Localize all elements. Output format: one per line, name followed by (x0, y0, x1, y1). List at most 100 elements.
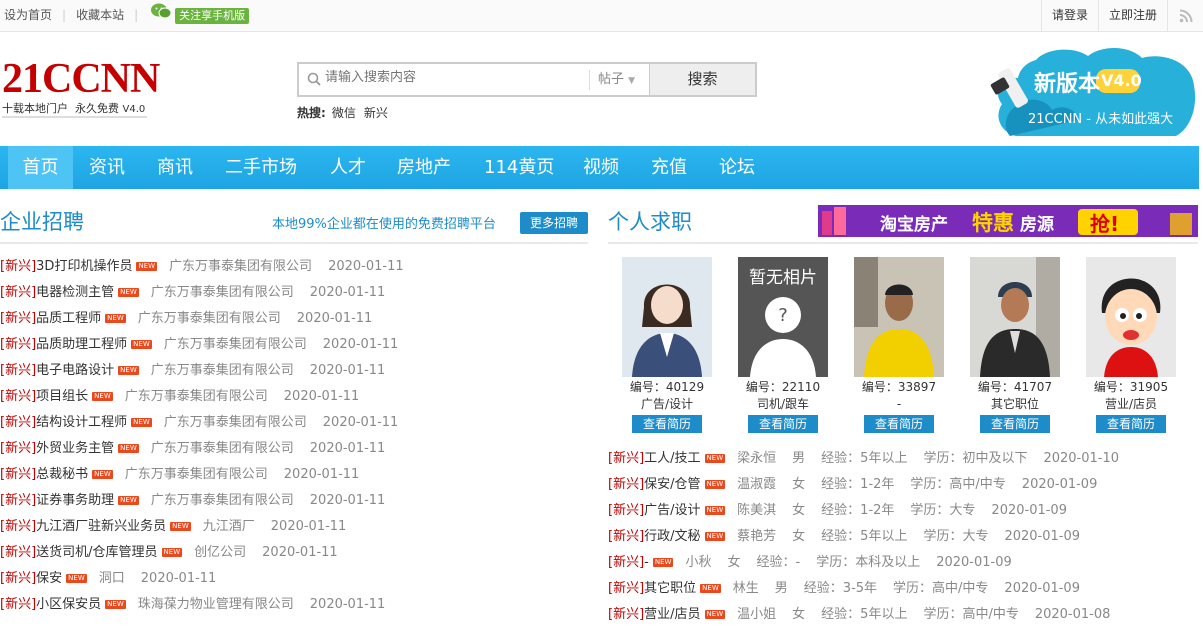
job-company-link[interactable]: 广东万事泰集团有限公司 (164, 415, 307, 430)
job-location-tag[interactable]: [新兴] (0, 285, 36, 300)
rss-icon[interactable] (1167, 0, 1203, 31)
nav-forum[interactable]: 论坛 (719, 146, 755, 189)
job-location-tag[interactable]: [新兴] (0, 311, 36, 326)
view-resume-button[interactable]: 查看简历 (632, 415, 702, 433)
resume-title-link[interactable]: 营业/店员 (644, 607, 700, 622)
job-location-tag[interactable]: [新兴] (0, 363, 36, 378)
job-location-tag[interactable]: [新兴] (0, 519, 36, 534)
resume-location-tag[interactable]: [新兴] (608, 477, 644, 492)
hot-item[interactable]: 新兴 (364, 106, 388, 120)
nav-talent[interactable]: 人才 (330, 146, 366, 189)
job-location-tag[interactable]: [新兴] (0, 441, 36, 456)
job-title-link[interactable]: 项目组长 (36, 389, 88, 404)
chevron-down-icon: ▼ (628, 76, 636, 86)
resume-location-tag[interactable]: [新兴] (608, 451, 644, 466)
view-resume-button[interactable]: 查看简历 (980, 415, 1050, 433)
nav-news[interactable]: 资讯 (89, 146, 125, 189)
resume-photo[interactable] (854, 257, 944, 377)
job-company-link[interactable]: 广东万事泰集团有限公司 (151, 493, 294, 508)
job-location-tag[interactable]: [新兴] (0, 259, 36, 274)
resume-row: [新兴]保安/仓管 NEW 温淑霞女经验：1-2年 学历：高中/中专 2020-01-0… (608, 475, 1113, 495)
search-type-select[interactable]: 帖子 ▼ (589, 70, 635, 90)
version-banner[interactable]: 新版本 V4.0 21CCNN - 从未如此强大 (986, 46, 1198, 140)
job-company-link[interactable]: 洞口 (99, 571, 125, 586)
resume-location-tag[interactable]: [新兴] (608, 503, 644, 518)
job-location-tag[interactable]: [新兴] (0, 415, 36, 430)
job-title-link[interactable]: 3D打印机操作员 (36, 259, 132, 274)
job-title-link[interactable]: 九江酒厂驻新兴业务员 (36, 519, 166, 534)
nav-video[interactable]: 视频 (583, 146, 619, 189)
add-favorite-link[interactable]: 收藏本站 (76, 8, 124, 22)
job-title-link[interactable]: 证券事务助理 (36, 493, 114, 508)
resume-experience: 经验：3-5年 (803, 581, 878, 596)
job-company-link[interactable]: 广东万事泰集团有限公司 (151, 441, 294, 456)
resume-title-link[interactable]: 其它职位 (644, 581, 696, 596)
view-resume-button[interactable]: 查看简历 (1096, 415, 1166, 433)
more-jobs-button[interactable]: 更多招聘 (520, 212, 588, 234)
job-title-link[interactable]: 总裁秘书 (36, 467, 88, 482)
nav-secondhand[interactable]: 二手市场 (225, 146, 297, 189)
resume-title-link[interactable]: 行政/文秘 (644, 529, 700, 544)
job-location-tag[interactable]: [新兴] (0, 571, 36, 586)
job-company-link[interactable]: 广东万事泰集团有限公司 (169, 259, 312, 274)
job-company-link[interactable]: 广东万事泰集团有限公司 (125, 389, 268, 404)
nav-recharge[interactable]: 充值 (651, 146, 687, 189)
resume-title-link[interactable]: 广告/设计 (644, 503, 700, 518)
job-company-link[interactable]: 广东万事泰集团有限公司 (151, 363, 294, 378)
realestate-ad[interactable]: 淘宝房产 特惠 房源 抢! (818, 205, 1198, 237)
job-date: 2020-01-11 (309, 285, 386, 300)
resume-location-tag[interactable]: [新兴] (608, 555, 644, 570)
job-location-tag[interactable]: [新兴] (0, 337, 36, 352)
job-location-tag[interactable]: [新兴] (0, 597, 36, 612)
nav-home[interactable]: 首页 (8, 146, 73, 189)
view-resume-button[interactable]: 查看简历 (864, 415, 934, 433)
resume-photo[interactable] (1086, 257, 1176, 377)
view-resume-button[interactable]: 查看简历 (748, 415, 818, 433)
register-link[interactable]: 立即注册 (1097, 0, 1167, 31)
resume-location-tag[interactable]: [新兴] (608, 581, 644, 596)
nav-realestate[interactable]: 房地产 (397, 146, 451, 189)
search-button[interactable]: 搜索 (649, 64, 755, 95)
job-company-link[interactable]: 创亿公司 (194, 545, 246, 560)
resume-job: 广告/设计 (640, 397, 694, 411)
job-title-link[interactable]: 小区保安员 (36, 597, 101, 612)
job-title-link[interactable]: 电器检测主管 (36, 285, 114, 300)
nav-yellowpages[interactable]: 114黄页 (484, 146, 554, 189)
resume-location-tag[interactable]: [新兴] (608, 607, 644, 622)
job-company-link[interactable]: 广东万事泰集团有限公司 (138, 311, 281, 326)
job-title-link[interactable]: 结构设计工程师 (36, 415, 127, 430)
job-company-link[interactable]: 九江酒厂 (203, 519, 255, 534)
job-location-tag[interactable]: [新兴] (0, 545, 36, 560)
job-title-link[interactable]: 保安 (36, 571, 62, 586)
resume-title-link[interactable]: 保安/仓管 (644, 477, 700, 492)
login-link[interactable]: 请登录 (1040, 0, 1098, 31)
job-title-link[interactable]: 送货司机/仓库管理员 (36, 545, 157, 560)
set-homepage-link[interactable]: 设为首页 (4, 8, 52, 22)
top-bar: 设为首页 | 收藏本站 | 关注享手机版 请登录 立即注册 (0, 0, 1203, 32)
job-date: 2020-01-11 (296, 311, 373, 326)
resume-photo[interactable] (970, 257, 1060, 377)
job-location-tag[interactable]: [新兴] (0, 467, 36, 482)
resume-title-link[interactable]: - (644, 555, 649, 570)
job-company-link[interactable]: 广东万事泰集团有限公司 (164, 337, 307, 352)
job-title-link[interactable]: 外贸业务主管 (36, 441, 114, 456)
resume-photo[interactable] (622, 257, 712, 377)
job-title-link[interactable]: 电子电路设计 (36, 363, 114, 378)
wechat-mobile-link[interactable]: 关注享手机版 (175, 7, 250, 24)
resume-title-link[interactable]: 工人/技工 (644, 451, 700, 466)
hot-item[interactable]: 微信 (332, 106, 356, 120)
jobs-slogan-link[interactable]: 本地99%企业都在使用的免费招聘平台 (272, 213, 496, 232)
wechat-icon[interactable] (150, 1, 172, 31)
job-company-link[interactable]: 广东万事泰集团有限公司 (151, 285, 294, 300)
job-company-link[interactable]: 广东万事泰集团有限公司 (125, 467, 268, 482)
new-badge: NEW (131, 418, 152, 427)
job-title-link[interactable]: 品质工程师 (36, 311, 101, 326)
search-input[interactable] (325, 70, 575, 85)
nav-business[interactable]: 商讯 (157, 146, 193, 189)
job-location-tag[interactable]: [新兴] (0, 389, 36, 404)
site-logo[interactable]: 21CCNN 十载本地门户 永久免费 V4.0 (2, 58, 160, 118)
job-title-link[interactable]: 品质助理工程师 (36, 337, 127, 352)
job-location-tag[interactable]: [新兴] (0, 493, 36, 508)
job-company-link[interactable]: 珠海葆力物业管理有限公司 (138, 597, 294, 612)
resume-location-tag[interactable]: [新兴] (608, 529, 644, 544)
